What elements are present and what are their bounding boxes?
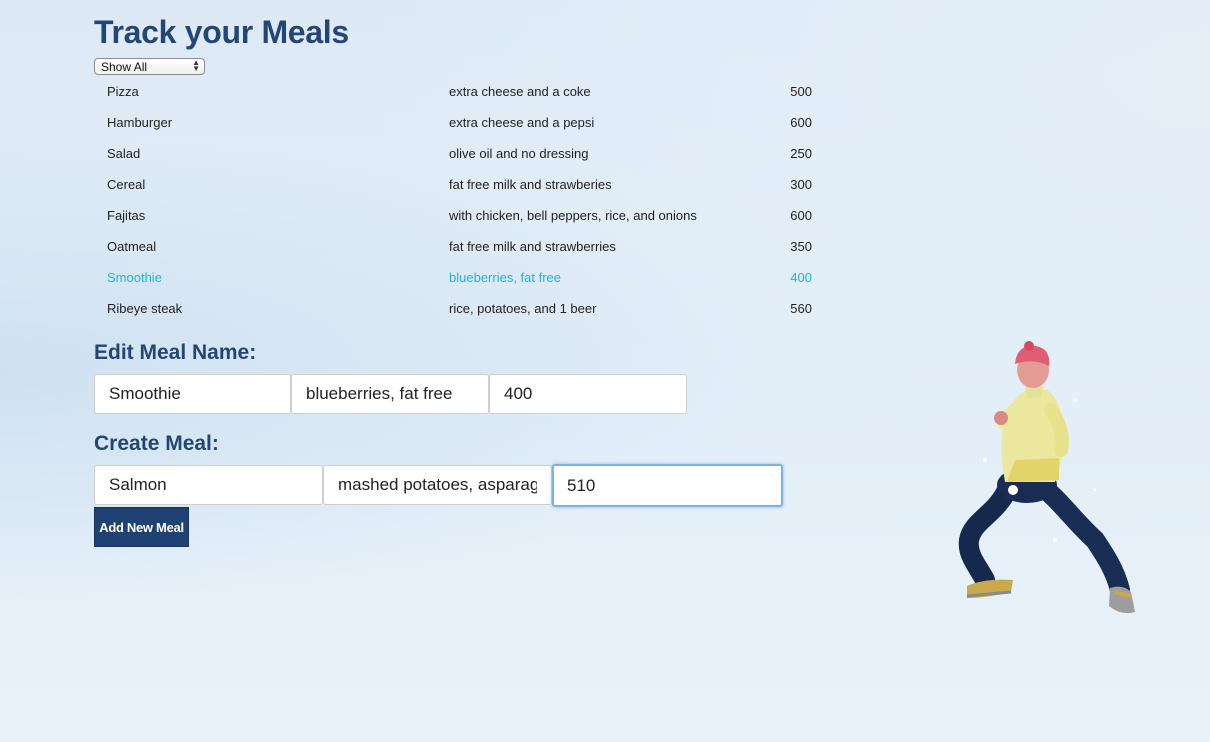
meal-row-salad[interactable]: Salad olive oil and no dressing 250 [107, 144, 827, 175]
meal-calories: 500 [790, 84, 812, 99]
meal-row-smoothie[interactable]: Smoothie blueberries, fat free 400 [107, 268, 827, 299]
meal-name: Fajitas [107, 208, 146, 223]
meal-name: Oatmeal [107, 239, 157, 254]
meal-details: fat free milk and strawberies [449, 177, 612, 192]
create-calories-input[interactable] [552, 464, 783, 507]
meal-details: with chicken, bell peppers, rice, and on… [449, 208, 697, 223]
meal-row-fajitas[interactable]: Fajitas with chicken, bell peppers, rice… [107, 206, 827, 237]
edit-details-input[interactable] [291, 374, 489, 414]
meal-row-hamburger[interactable]: Hamburger extra cheese and a pepsi 600 [107, 113, 827, 144]
create-name-input[interactable] [94, 465, 323, 505]
meal-calories: 300 [790, 177, 812, 192]
meal-details: extra cheese and a pepsi [449, 115, 595, 130]
meal-calories: 350 [790, 239, 812, 254]
meal-row-ribeye-steak[interactable]: Ribeye steak rice, potatoes, and 1 beer … [107, 299, 827, 330]
meal-calories: 250 [790, 146, 812, 161]
select-arrows-icon: ▲ ▼ [192, 58, 200, 73]
runner-background-image [958, 341, 1135, 614]
create-meal-heading: Create Meal: [94, 432, 219, 455]
meal-details: fat free milk and strawberries [449, 239, 616, 254]
meal-calories: 560 [790, 301, 812, 316]
filter-selected-value: Show All [101, 60, 148, 74]
meal-details: rice, potatoes, and 1 beer [449, 301, 597, 316]
meal-name: Pizza [107, 84, 139, 99]
edit-meal-heading: Edit Meal Name: [94, 341, 257, 364]
meal-name: Smoothie [107, 270, 162, 285]
meal-calories: 600 [790, 208, 812, 223]
meal-row-cereal[interactable]: Cereal fat free milk and strawberies 300 [107, 175, 827, 206]
meal-calories: 400 [790, 270, 812, 285]
edit-calories-input[interactable] [489, 374, 687, 414]
meal-row-oatmeal[interactable]: Oatmeal fat free milk and strawberries 3… [107, 237, 827, 268]
meal-list: Pizza extra cheese and a coke 500 Hambur… [107, 82, 827, 330]
create-details-input[interactable] [323, 465, 552, 505]
meal-row-pizza[interactable]: Pizza extra cheese and a coke 500 [107, 82, 827, 113]
filter-select[interactable]: Show All ▲ ▼ [94, 58, 205, 75]
edit-name-input[interactable] [94, 374, 291, 414]
meal-details: olive oil and no dressing [449, 146, 589, 161]
meal-name: Cereal [107, 177, 146, 192]
meal-name: Hamburger [107, 115, 173, 130]
meal-details: blueberries, fat free [449, 270, 562, 285]
meal-calories: 600 [790, 115, 812, 130]
meal-name: Salad [107, 146, 141, 161]
page-title: Track your Meals [94, 14, 349, 50]
add-new-meal-button[interactable]: Add New Meal [94, 507, 189, 547]
meal-details: extra cheese and a coke [449, 84, 591, 99]
meal-name: Ribeye steak [107, 301, 183, 316]
